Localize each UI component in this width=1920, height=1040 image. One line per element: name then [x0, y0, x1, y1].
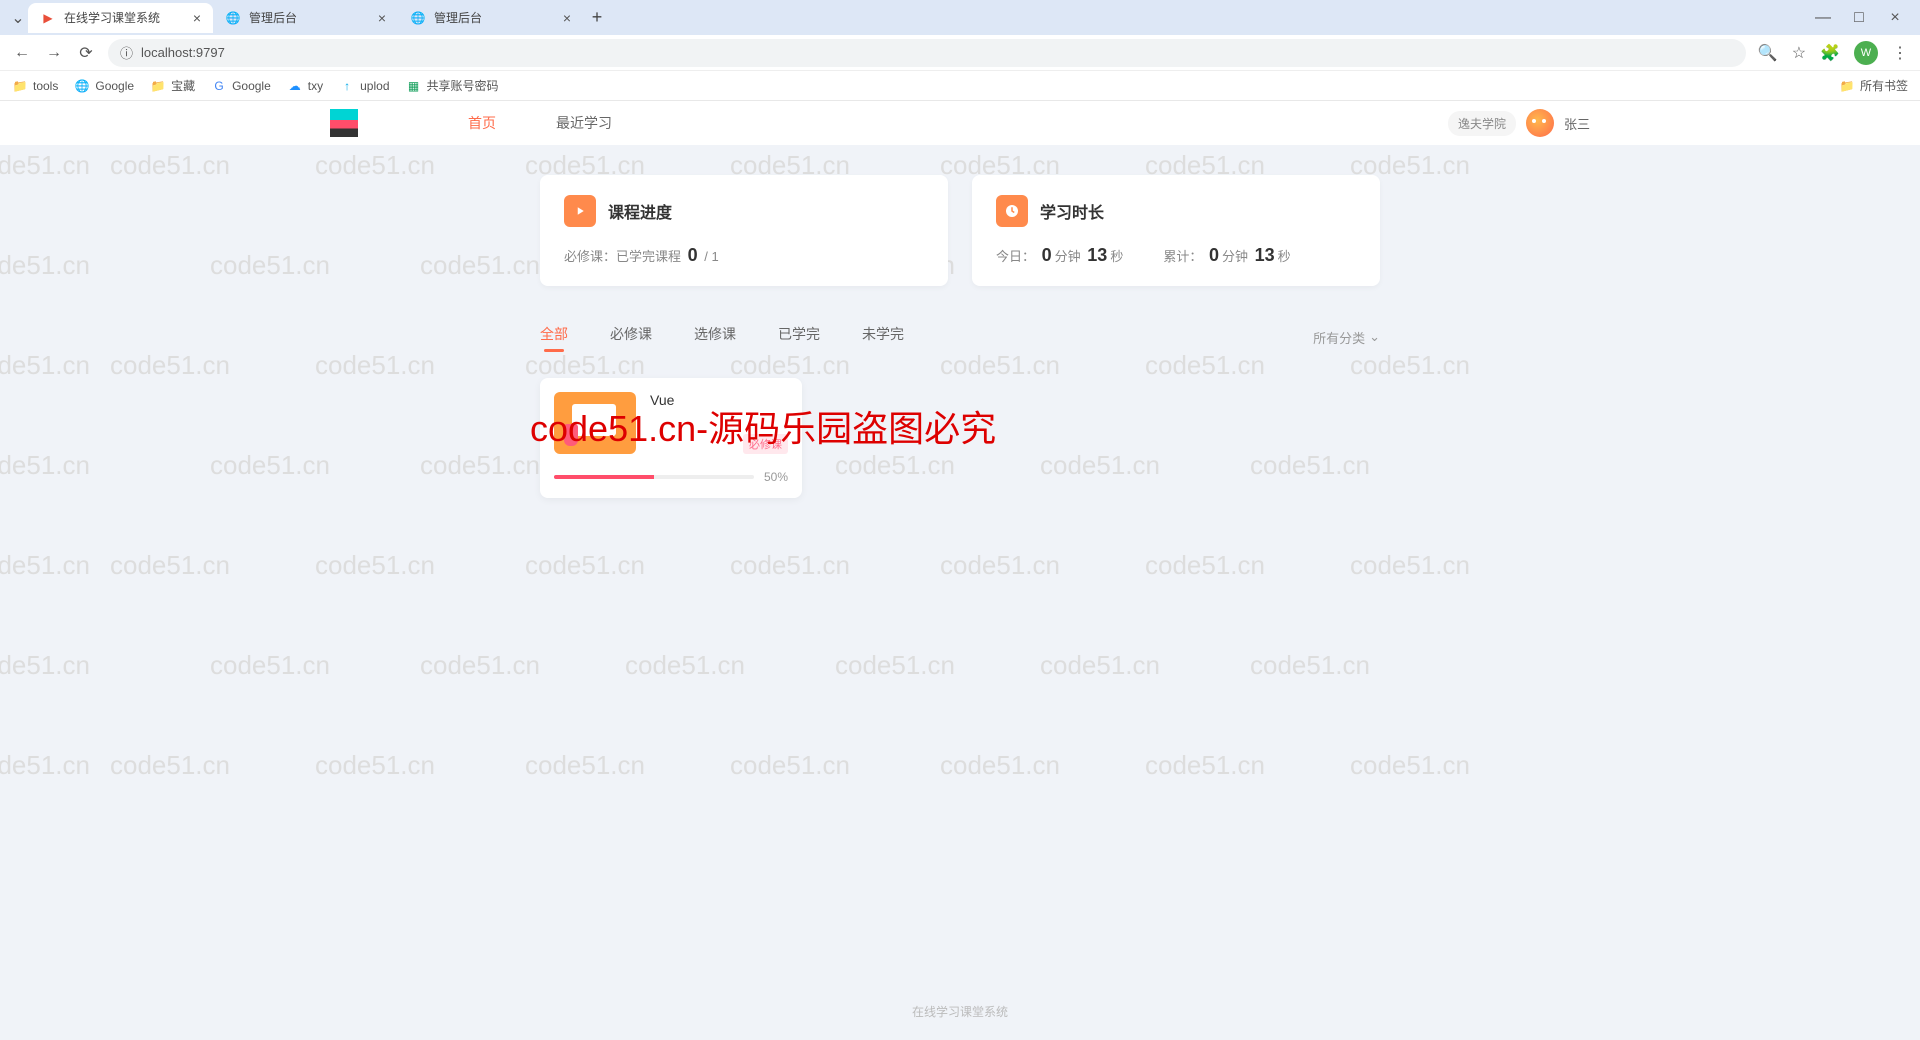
- today-text: 今日： 0分钟 13秒: [996, 245, 1123, 266]
- url-field[interactable]: ⓘ localhost:9797: [108, 39, 1746, 67]
- address-bar: ← → ⟳ ⓘ localhost:9797 🔍 ☆ 🧩 W ⋮: [0, 35, 1920, 71]
- reload-icon[interactable]: ⟳: [76, 43, 96, 63]
- cloud-icon: ☁: [287, 78, 303, 94]
- bookmark-item[interactable]: 📁宝藏: [150, 77, 195, 94]
- browser-tab-2[interactable]: 🌐 管理后台 ×: [398, 3, 583, 33]
- browser-tabs: ▶ 在线学习课堂系统 × 🌐 管理后台 × 🌐 管理后台 × +: [28, 0, 1814, 35]
- filter-tab-undone[interactable]: 未学完: [862, 324, 904, 350]
- upload-icon: ↑: [339, 78, 355, 94]
- user-avatar[interactable]: [1526, 109, 1554, 137]
- browser-tab-0[interactable]: ▶ 在线学习课堂系统 ×: [28, 3, 213, 33]
- browser-tab-1[interactable]: 🌐 管理后台 ×: [213, 3, 398, 33]
- stat-card-progress: 课程进度 必修课：已学完课程 0 / 1: [540, 175, 948, 286]
- kebab-menu-icon[interactable]: ⋮: [1892, 43, 1908, 63]
- globe-icon: 🌐: [74, 78, 90, 94]
- favicon-play-icon: ▶: [40, 10, 56, 26]
- app-header: 首页 最近学习 逸夫学院 张三: [0, 101, 1920, 145]
- main-content: 课程进度 必修课：已学完课程 0 / 1 学习时长: [540, 175, 1380, 498]
- tab-close-icon[interactable]: ×: [378, 10, 386, 26]
- college-tag[interactable]: 逸夫学院: [1448, 111, 1516, 136]
- maximize-icon[interactable]: □: [1850, 9, 1868, 27]
- bookmark-item[interactable]: ↑uplod: [339, 78, 389, 94]
- course-badge: 必修课: [743, 434, 788, 454]
- user-area: 逸夫学院 张三: [1448, 109, 1590, 137]
- tab-title: 在线学习课堂系统: [64, 9, 160, 26]
- course-card[interactable]: Vue 必修课 50%: [540, 378, 802, 498]
- bookmark-item[interactable]: ☁txy: [287, 78, 323, 94]
- bookmark-item[interactable]: 📁tools: [12, 78, 58, 94]
- bookmark-item[interactable]: 🌐Google: [74, 78, 134, 94]
- tabs-dropdown-icon[interactable]: ⌄: [8, 8, 28, 28]
- progress-fill: [554, 475, 654, 479]
- all-bookmarks[interactable]: 📁所有书签: [1839, 77, 1908, 94]
- folder-icon: 📁: [12, 78, 28, 94]
- username[interactable]: 张三: [1564, 114, 1590, 133]
- nav-recent[interactable]: 最近学习: [556, 113, 612, 133]
- minimize-icon[interactable]: —: [1814, 9, 1832, 27]
- folder-icon: 📁: [150, 78, 166, 94]
- progress-text: 必修课：已学完课程 0 / 1: [564, 245, 719, 266]
- filter-tab-all[interactable]: 全部: [540, 324, 568, 350]
- progress-percent: 50%: [764, 470, 788, 484]
- stat-title: 课程进度: [608, 199, 672, 223]
- close-window-icon[interactable]: ×: [1886, 9, 1904, 27]
- footer-text: 在线学习课堂系统: [912, 1003, 1008, 1020]
- stat-card-duration: 学习时长 今日： 0分钟 13秒 累计： 0分钟 13秒: [972, 175, 1380, 286]
- browser-titlebar: ⌄ ▶ 在线学习课堂系统 × 🌐 管理后台 × 🌐 管理后台 × + — □ ×: [0, 0, 1920, 35]
- site-info-icon[interactable]: ⓘ: [120, 43, 133, 62]
- filter-tab-elective[interactable]: 选修课: [694, 324, 736, 350]
- back-icon[interactable]: ←: [12, 44, 32, 62]
- bookmark-item[interactable]: GGoogle: [211, 78, 271, 94]
- window-controls: — □ ×: [1814, 9, 1912, 27]
- zoom-icon[interactable]: 🔍: [1758, 43, 1778, 63]
- category-dropdown[interactable]: 所有分类 ⌄: [1313, 328, 1380, 347]
- folder-icon: 📁: [1839, 78, 1855, 94]
- bookmark-star-icon[interactable]: ☆: [1792, 43, 1806, 63]
- clock-square-icon: [996, 195, 1028, 227]
- bookmark-item[interactable]: ▦共享账号密码: [406, 77, 499, 94]
- app-logo[interactable]: [330, 109, 358, 137]
- course-name: Vue: [650, 392, 788, 408]
- main-nav: 首页 最近学习: [468, 113, 612, 133]
- google-icon: G: [211, 78, 227, 94]
- forward-icon[interactable]: →: [44, 44, 64, 62]
- filter-tab-required[interactable]: 必修课: [610, 324, 652, 350]
- new-tab-button[interactable]: +: [583, 4, 611, 32]
- stat-title: 学习时长: [1040, 199, 1104, 223]
- tab-close-icon[interactable]: ×: [563, 10, 571, 26]
- extensions-icon[interactable]: 🧩: [1820, 43, 1840, 63]
- url-text: localhost:9797: [141, 45, 225, 60]
- favicon-globe-icon: 🌐: [225, 10, 241, 26]
- favicon-globe-icon: 🌐: [410, 10, 426, 26]
- filter-tabs: 全部 必修课 选修课 已学完 未学完 所有分类 ⌄: [540, 324, 1380, 350]
- profile-avatar[interactable]: W: [1854, 41, 1878, 65]
- bookmarks-bar: 📁tools 🌐Google 📁宝藏 GGoogle ☁txy ↑uplod ▦…: [0, 71, 1920, 101]
- play-square-icon: [564, 195, 596, 227]
- tab-close-icon[interactable]: ×: [193, 10, 201, 26]
- progress-bar: [554, 475, 754, 479]
- sheet-icon: ▦: [406, 78, 422, 94]
- tab-title: 管理后台: [434, 9, 482, 26]
- nav-home[interactable]: 首页: [468, 113, 496, 133]
- filter-tab-done[interactable]: 已学完: [778, 324, 820, 350]
- total-text: 累计： 0分钟 13秒: [1163, 245, 1290, 266]
- tab-title: 管理后台: [249, 9, 297, 26]
- course-thumbnail: [554, 392, 636, 454]
- chevron-down-icon: ⌄: [1369, 329, 1380, 345]
